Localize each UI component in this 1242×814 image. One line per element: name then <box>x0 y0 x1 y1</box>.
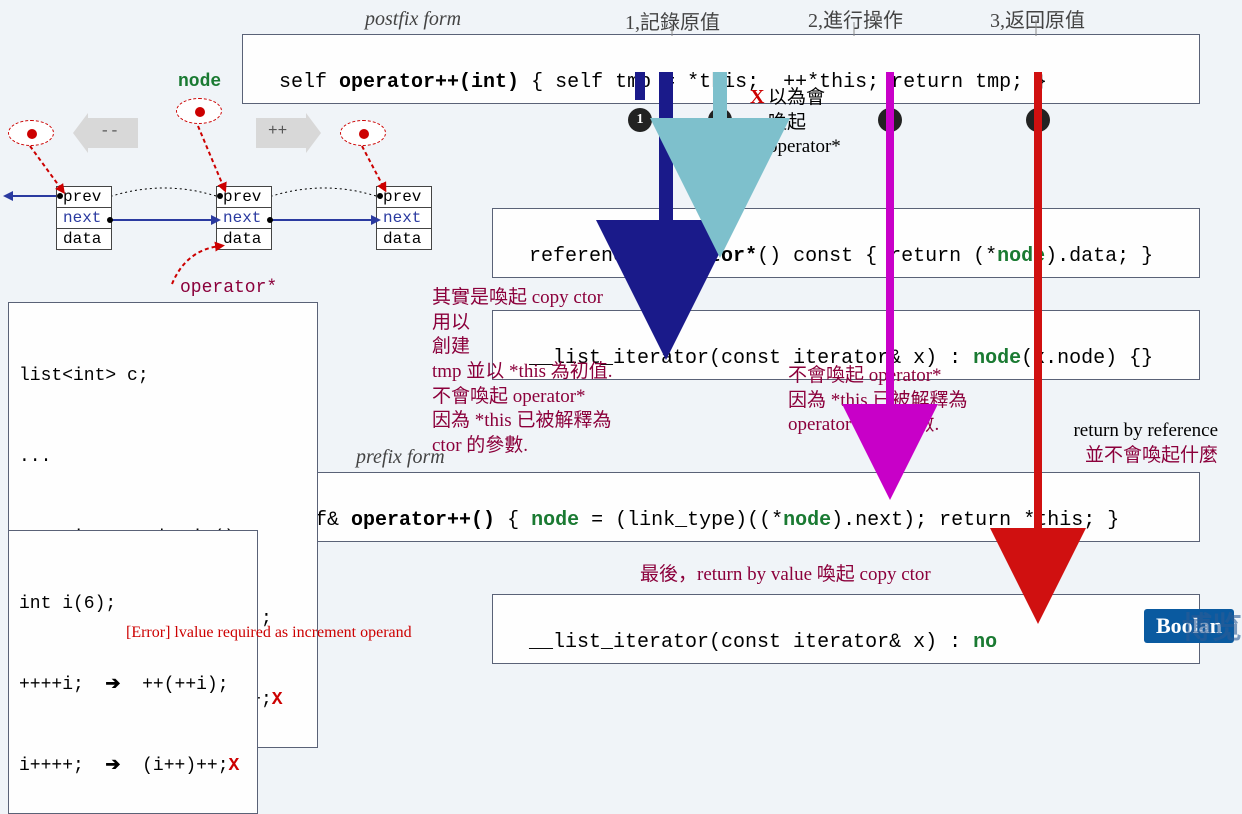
postfix-label: postfix form <box>365 8 461 31</box>
xnote3: operator* <box>768 136 841 157</box>
error-text: [Error] lvalue required as increment ope… <box>126 624 412 642</box>
nb-next-r: next <box>377 208 431 229</box>
badge-2: 2 <box>878 108 902 132</box>
cc4: tmp 並以 *this 為初值. <box>432 361 613 382</box>
opstar-label: operator* <box>180 278 277 298</box>
deref-a: reference <box>529 245 649 268</box>
nb-data-l: data <box>57 229 111 249</box>
lc1-x: X <box>272 690 283 710</box>
pf-b: operator++() <box>351 509 495 532</box>
badge-1b: 1 <box>708 108 732 132</box>
copyctor-note: 其實是喚起 copy ctor 用以 創建 tmp 並以 *this 為初值. … <box>432 286 613 459</box>
plus-label: ++ <box>268 122 287 140</box>
cloud-mid <box>176 98 222 124</box>
mid1: 不會喚起 operator* <box>788 365 942 386</box>
lc2-l3b: (i++)++; <box>121 756 229 776</box>
badge-3: 3 <box>1026 108 1050 132</box>
deref-node: node <box>997 245 1045 268</box>
deref-b: operator* <box>649 245 757 268</box>
cc6: 因為 *this 已被解釋為 <box>432 410 611 431</box>
cloud-left <box>8 120 54 146</box>
deref-tail: ).data; } <box>1045 245 1153 268</box>
lc2-l2a: ++++i; <box>19 675 105 695</box>
rref-note: return by reference 並不會喚起什麼 <box>1048 419 1218 468</box>
nb-next-m: next <box>217 208 271 229</box>
step1-label: 1,記錄原值 <box>625 6 720 35</box>
pf-n1: node <box>531 509 579 532</box>
pf-n2: node <box>783 509 831 532</box>
left-codebox-2: int i(6); ++++i; ➔ ++(++i); i++++; ➔ (i+… <box>8 530 258 814</box>
ctor2-node: no <box>973 631 997 654</box>
cloud-right <box>340 120 386 146</box>
mid-note: 不會喚起 operator* 因為 *this 已被解釋為 operator++… <box>788 364 967 438</box>
nb-data-r: data <box>377 229 431 249</box>
pf-e: ).next); return *this; } <box>831 509 1119 532</box>
nb-data-m: data <box>217 229 271 249</box>
nb-next-l: next <box>57 208 111 229</box>
pf-d: = (link_type)((* <box>579 509 783 532</box>
lc2-ar2: ➔ <box>105 756 120 776</box>
step3-label: 3,返回原值 <box>990 4 1085 33</box>
nb-prev-m: prev <box>217 187 271 208</box>
lc1-l2: ... <box>19 444 307 471</box>
nb-prev-l: prev <box>57 187 111 208</box>
deref-codebox: reference operator*() const { return (*n… <box>492 208 1200 278</box>
postfix-sig: operator++(int) <box>339 71 519 94</box>
prefix-label: prefix form <box>356 446 445 469</box>
minus-label: -- <box>100 122 119 140</box>
badge-1a: 1 <box>628 108 652 132</box>
ctor1-node: node <box>973 347 1021 370</box>
rref1: return by reference <box>1073 420 1218 441</box>
step2-label: 2,進行操作 <box>808 4 903 33</box>
ctor2-a: __list_iterator(const iterator& x) : <box>529 631 973 654</box>
ctor2-codebox: __list_iterator(const iterator& x) : no <box>492 594 1200 664</box>
lc2-ar1: ➔ <box>105 675 120 695</box>
x-mark-icon: X <box>750 86 764 109</box>
lc2-l3a: i++++; <box>19 756 105 776</box>
rref2: 並不會喚起什麼 <box>1085 445 1218 466</box>
lc2-l1: int i(6); <box>19 591 247 618</box>
nb-prev-r: prev <box>377 187 431 208</box>
deref-c: () const { return (* <box>757 245 997 268</box>
cc3: 創建 <box>432 336 470 357</box>
ctor1-b: (x.node) {} <box>1021 347 1153 370</box>
final-note: 最後，return by value 喚起 copy ctor <box>640 563 931 588</box>
nodebox-left: prev next data <box>56 186 112 250</box>
x-note: 以為會 喚起 operator* <box>768 86 841 160</box>
cc7: ctor 的參數. <box>432 435 528 456</box>
cc2: 用以 <box>432 312 470 333</box>
postfix-kw1: self <box>279 71 339 94</box>
postfix-codebox: self operator++(int) { self tmp = *this;… <box>242 34 1200 104</box>
node-label: node <box>178 72 221 92</box>
lc2-l2b: ++(++i); <box>121 675 229 695</box>
pf-c: { <box>495 509 531 532</box>
xnote1: 以為會 <box>768 87 825 108</box>
mid2: 因為 *this 已被解釋為 <box>788 390 967 411</box>
mid3: operator++ 的參數. <box>788 414 939 435</box>
lc2-x: X <box>229 756 240 776</box>
nodebox-mid: prev next data <box>216 186 272 250</box>
nodebox-right: prev next data <box>376 186 432 250</box>
xnote2: 喚起 <box>768 112 806 133</box>
brand-cn: 博览 <box>1182 603 1242 647</box>
cc5: 不會喚起 operator* <box>432 386 586 407</box>
lc1-l1: list<int> c; <box>19 363 307 390</box>
prefix-codebox: self& operator++() { node = (link_type)(… <box>242 472 1200 542</box>
cc1: 其實是喚起 copy ctor <box>432 287 603 308</box>
